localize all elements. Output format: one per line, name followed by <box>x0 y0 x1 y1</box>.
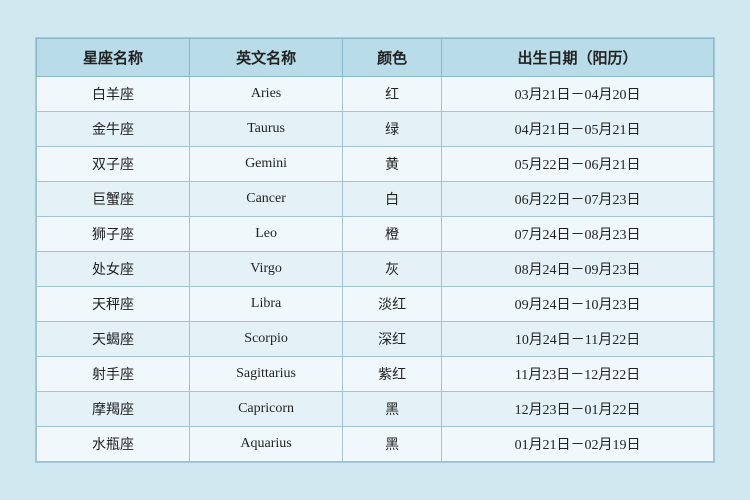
cell-english-name: Virgo <box>190 252 343 287</box>
cell-color: 橙 <box>343 217 442 252</box>
header-color: 颜色 <box>343 39 442 77</box>
cell-english-name: Taurus <box>190 112 343 147</box>
header-english-name: 英文名称 <box>190 39 343 77</box>
table-row: 巨蟹座Cancer白06月22日－07月23日 <box>37 182 714 217</box>
zodiac-table-container: 星座名称 英文名称 颜色 出生日期（阳历） 白羊座Aries红03月21日－04… <box>35 37 715 463</box>
cell-english-name: Sagittarius <box>190 357 343 392</box>
cell-english-name: Capricorn <box>190 392 343 427</box>
cell-chinese-name: 水瓶座 <box>37 427 190 462</box>
table-header-row: 星座名称 英文名称 颜色 出生日期（阳历） <box>37 39 714 77</box>
cell-dates: 09月24日－10月23日 <box>442 287 714 322</box>
cell-color: 白 <box>343 182 442 217</box>
cell-dates: 12月23日－01月22日 <box>442 392 714 427</box>
cell-chinese-name: 狮子座 <box>37 217 190 252</box>
cell-chinese-name: 射手座 <box>37 357 190 392</box>
zodiac-table: 星座名称 英文名称 颜色 出生日期（阳历） 白羊座Aries红03月21日－04… <box>36 38 714 462</box>
table-row: 白羊座Aries红03月21日－04月20日 <box>37 77 714 112</box>
header-dates: 出生日期（阳历） <box>442 39 714 77</box>
table-row: 狮子座Leo橙07月24日－08月23日 <box>37 217 714 252</box>
table-row: 射手座Sagittarius紫红11月23日－12月22日 <box>37 357 714 392</box>
cell-color: 红 <box>343 77 442 112</box>
cell-chinese-name: 天秤座 <box>37 287 190 322</box>
cell-english-name: Scorpio <box>190 322 343 357</box>
table-body: 白羊座Aries红03月21日－04月20日金牛座Taurus绿04月21日－0… <box>37 77 714 462</box>
table-row: 金牛座Taurus绿04月21日－05月21日 <box>37 112 714 147</box>
cell-dates: 03月21日－04月20日 <box>442 77 714 112</box>
table-row: 天蝎座Scorpio深红10月24日－11月22日 <box>37 322 714 357</box>
cell-color: 绿 <box>343 112 442 147</box>
cell-chinese-name: 金牛座 <box>37 112 190 147</box>
cell-dates: 07月24日－08月23日 <box>442 217 714 252</box>
table-row: 处女座Virgo灰08月24日－09月23日 <box>37 252 714 287</box>
table-row: 摩羯座Capricorn黑12月23日－01月22日 <box>37 392 714 427</box>
cell-chinese-name: 处女座 <box>37 252 190 287</box>
cell-dates: 06月22日－07月23日 <box>442 182 714 217</box>
cell-chinese-name: 巨蟹座 <box>37 182 190 217</box>
table-row: 双子座Gemini黄05月22日－06月21日 <box>37 147 714 182</box>
cell-color: 紫红 <box>343 357 442 392</box>
cell-dates: 08月24日－09月23日 <box>442 252 714 287</box>
cell-chinese-name: 摩羯座 <box>37 392 190 427</box>
cell-color: 黄 <box>343 147 442 182</box>
cell-english-name: Cancer <box>190 182 343 217</box>
cell-english-name: Gemini <box>190 147 343 182</box>
cell-english-name: Aquarius <box>190 427 343 462</box>
cell-chinese-name: 双子座 <box>37 147 190 182</box>
cell-dates: 11月23日－12月22日 <box>442 357 714 392</box>
cell-chinese-name: 天蝎座 <box>37 322 190 357</box>
cell-dates: 10月24日－11月22日 <box>442 322 714 357</box>
cell-chinese-name: 白羊座 <box>37 77 190 112</box>
cell-english-name: Libra <box>190 287 343 322</box>
cell-color: 黑 <box>343 392 442 427</box>
cell-dates: 05月22日－06月21日 <box>442 147 714 182</box>
cell-english-name: Aries <box>190 77 343 112</box>
cell-color: 黑 <box>343 427 442 462</box>
cell-color: 淡红 <box>343 287 442 322</box>
cell-dates: 01月21日－02月19日 <box>442 427 714 462</box>
cell-english-name: Leo <box>190 217 343 252</box>
cell-color: 深红 <box>343 322 442 357</box>
header-chinese-name: 星座名称 <box>37 39 190 77</box>
table-row: 水瓶座Aquarius黑01月21日－02月19日 <box>37 427 714 462</box>
table-row: 天秤座Libra淡红09月24日－10月23日 <box>37 287 714 322</box>
cell-dates: 04月21日－05月21日 <box>442 112 714 147</box>
cell-color: 灰 <box>343 252 442 287</box>
